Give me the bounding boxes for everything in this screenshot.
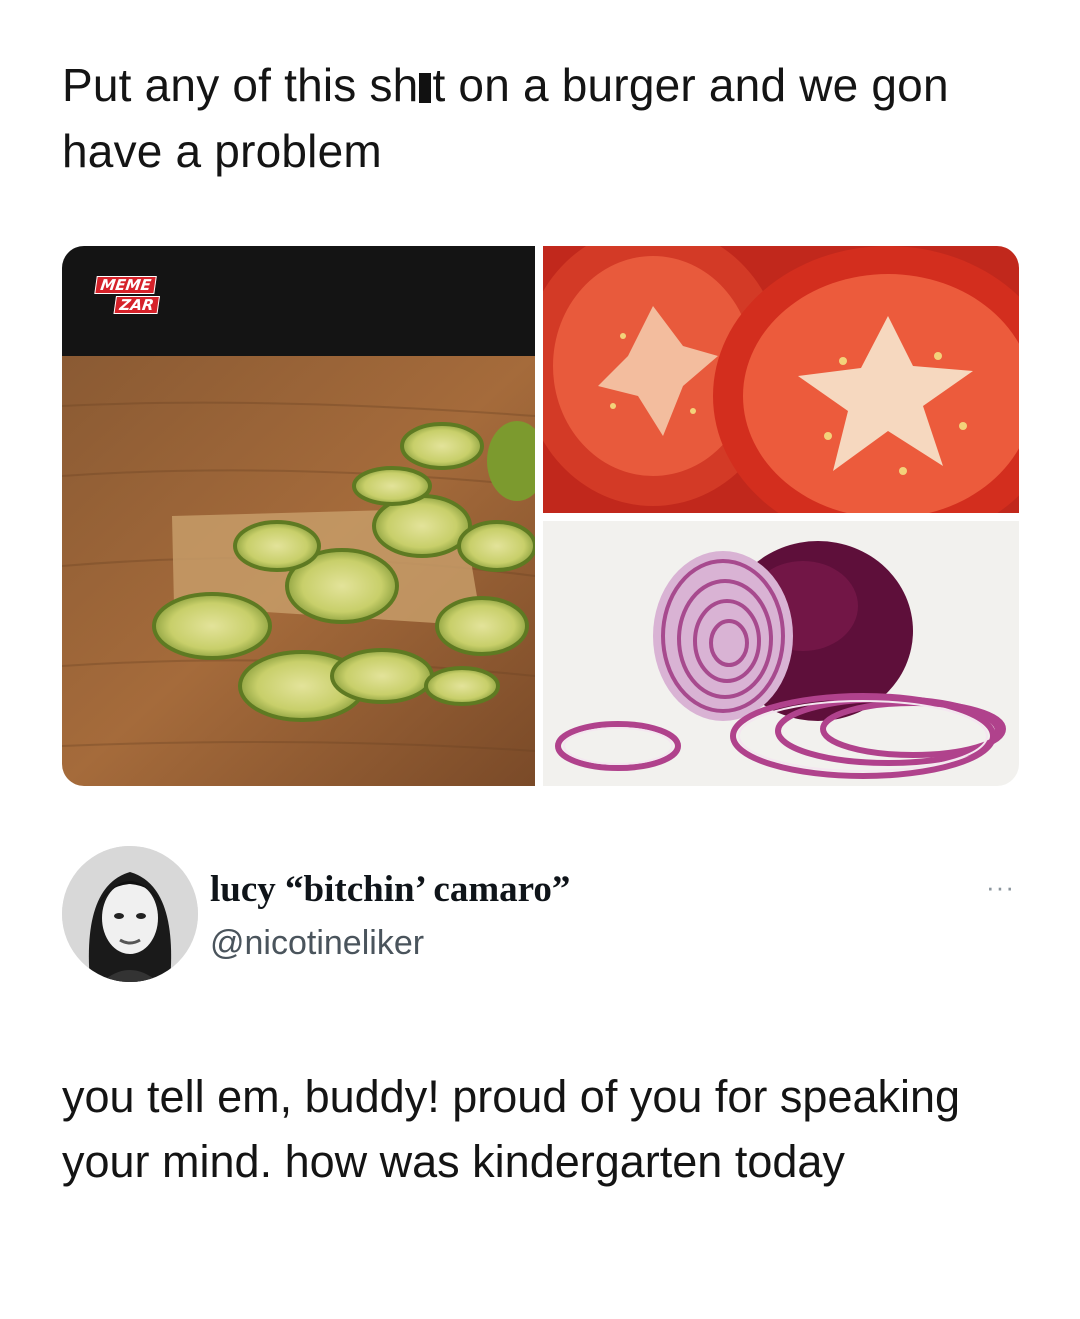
red-onion-photo[interactable] [543,521,1019,786]
avatar[interactable] [62,846,198,982]
user-handle[interactable]: @nicotineliker [210,924,424,963]
tomato-slices-photo[interactable] [543,246,1019,513]
more-options-icon[interactable]: ··· [986,872,1015,903]
reply-header: lucy “bitchin’ camaro” @nicotineliker ··… [62,846,1019,986]
quoted-post-text: Put any of this sh t on a burger and we g… [62,52,982,184]
display-name[interactable]: lucy “bitchin’ camaro” [210,868,570,911]
quoted-text-start: Put any of this sh [62,59,419,111]
watermark-line-1: MEME [94,276,158,294]
reply-text: you tell em, buddy! proud of you for spe… [62,1071,961,1187]
memezar-watermark-logo: MEME ZAR [91,276,163,316]
image-collage[interactable]: MEME ZAR [62,246,1019,786]
redaction-mark [419,73,432,103]
watermark-line-2: ZAR [113,296,161,314]
pickles-photo[interactable]: MEME ZAR [62,246,535,786]
